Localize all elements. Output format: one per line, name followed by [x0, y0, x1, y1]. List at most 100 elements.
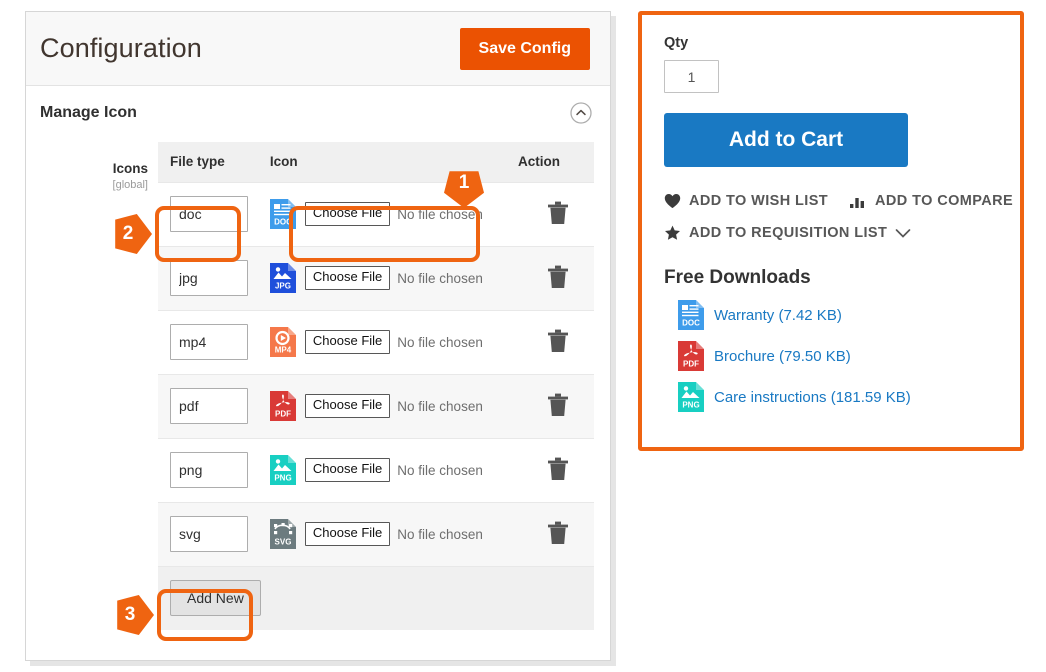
jpg-file-icon: JPG: [269, 263, 296, 293]
file-upload-input[interactable]: Choose File No file chosen: [304, 522, 483, 546]
section-title: Manage Icon: [40, 104, 137, 121]
download-item[interactable]: DOC Warranty (7.42 KB): [664, 300, 998, 330]
file-upload-cell: PDF Choose File No file chosen: [257, 373, 506, 438]
no-file-chosen-label: No file chosen: [397, 462, 483, 478]
no-file-chosen-label: No file chosen: [397, 398, 483, 414]
no-file-chosen-label: No file chosen: [397, 526, 483, 542]
trash-icon[interactable]: [548, 329, 568, 356]
secondary-product-links: ADD TO WISH LIST ADD TO COMPARE: [664, 193, 1013, 209]
no-file-chosen-label: No file chosen: [397, 206, 483, 222]
pdf-file-icon: PDF: [678, 341, 704, 371]
add-to-cart-button[interactable]: Add to Cart: [664, 113, 908, 167]
choose-file-button[interactable]: Choose File: [304, 458, 391, 482]
download-link[interactable]: Warranty (7.42 KB): [714, 307, 842, 324]
download-link[interactable]: Care instructions (181.59 KB): [714, 389, 911, 406]
file-type-input[interactable]: [170, 516, 248, 552]
file-type-input[interactable]: [170, 196, 248, 232]
manage-icon-section-header[interactable]: Manage Icon: [26, 86, 610, 138]
svg-text:DOC: DOC: [274, 218, 292, 227]
file-upload-input[interactable]: Choose File No file chosen: [304, 394, 483, 418]
choose-file-button[interactable]: Choose File: [304, 394, 391, 418]
file-upload-cell: PNG Choose File No file chosen: [257, 437, 506, 502]
action-cell: [505, 245, 594, 310]
svg-text:JPG: JPG: [275, 282, 291, 291]
qty-input[interactable]: [664, 60, 719, 93]
heart-icon: [664, 193, 681, 209]
add-to-compare-label: ADD TO COMPARE: [875, 193, 1014, 209]
table-row: PNG Choose File No file chosen: [158, 437, 594, 502]
column-header-file-type: File type: [158, 142, 258, 182]
save-config-button[interactable]: Save Config: [459, 27, 590, 70]
icons-field-label: Icons [global]: [26, 142, 158, 630]
file-upload-input[interactable]: Choose File No file chosen: [304, 330, 483, 354]
add-to-requisition-list-label: ADD TO REQUISITION LIST: [689, 225, 888, 241]
action-cell: [505, 309, 594, 374]
qty-label: Qty: [664, 35, 689, 51]
file-type-cell: [158, 309, 258, 374]
file-upload-cell: SVG Choose File No file chosen: [257, 501, 506, 566]
trash-icon[interactable]: [548, 265, 568, 292]
table-row: JPG Choose File No file chosen: [158, 245, 594, 310]
file-type-cell: [158, 501, 258, 566]
file-type-input[interactable]: [170, 260, 248, 296]
icons-table-body: DOC Choose File No file chosen JPG Choose Fi…: [158, 181, 594, 566]
file-type-cell: [158, 373, 258, 438]
add-to-requisition-list[interactable]: ADD TO REQUISITION LIST: [664, 225, 998, 241]
choose-file-button[interactable]: Choose File: [304, 522, 391, 546]
no-file-chosen-label: No file chosen: [397, 270, 483, 286]
png-file-icon: PNG: [678, 382, 704, 412]
svg-text:PNG: PNG: [682, 401, 699, 410]
download-item[interactable]: PNG Care instructions (181.59 KB): [664, 382, 998, 412]
file-type-input[interactable]: [170, 324, 248, 360]
product-actions-panel: Qty Add to Cart ADD TO WISH LIST ADD TO …: [638, 11, 1024, 451]
add-to-compare[interactable]: ADD TO COMPARE: [850, 193, 1013, 209]
page-title: Configuration: [40, 33, 202, 63]
action-cell: [505, 501, 594, 566]
choose-file-button[interactable]: Choose File: [304, 202, 391, 226]
svg-text:SVG: SVG: [274, 538, 291, 547]
file-upload-cell: JPG Choose File No file chosen: [257, 245, 506, 310]
action-cell: [505, 373, 594, 438]
file-upload-input[interactable]: Choose File No file chosen: [304, 458, 483, 482]
add-new-button[interactable]: Add New: [170, 580, 261, 617]
configuration-panel: Configuration Save Config Manage Icon Ic…: [25, 11, 611, 661]
download-item[interactable]: PDF Brochure (79.50 KB): [664, 341, 998, 371]
table-header-row: File type Icon Action: [158, 142, 594, 182]
action-cell: [505, 181, 594, 246]
table-row-add-new: Add New: [158, 565, 594, 630]
pdf-file-icon: PDF: [269, 391, 296, 421]
trash-icon[interactable]: [548, 393, 568, 420]
table-row: SVG Choose File No file chosen: [158, 501, 594, 566]
add-to-wish-list[interactable]: ADD TO WISH LIST: [664, 193, 828, 209]
file-type-cell: [158, 437, 258, 502]
icons-table-head: File type Icon Action: [158, 142, 594, 182]
file-upload-input[interactable]: Choose File No file chosen: [304, 266, 483, 290]
icons-label-text: Icons: [112, 161, 148, 176]
icons-field-row: Icons [global] File type Icon Action DOC…: [26, 142, 610, 630]
column-header-action: Action: [505, 142, 594, 182]
no-file-chosen-label: No file chosen: [397, 334, 483, 350]
file-type-input[interactable]: [170, 452, 248, 488]
trash-icon[interactable]: [548, 201, 568, 228]
trash-icon[interactable]: [548, 521, 568, 548]
file-type-cell: [158, 181, 258, 246]
svg-text:PDF: PDF: [275, 410, 291, 419]
trash-icon[interactable]: [548, 457, 568, 484]
file-upload-cell: MP4 Choose File No file chosen: [257, 309, 506, 374]
file-type-cell: [158, 245, 258, 310]
admin-page-header: Configuration Save Config: [26, 12, 610, 86]
file-type-input[interactable]: [170, 388, 248, 424]
chevron-down-icon[interactable]: [895, 228, 911, 239]
svg-text:PDF: PDF: [683, 360, 699, 369]
png-file-icon: PNG: [269, 455, 296, 485]
action-cell: [505, 437, 594, 502]
file-upload-input[interactable]: Choose File No file chosen: [304, 202, 483, 226]
download-link[interactable]: Brochure (79.50 KB): [714, 348, 851, 365]
add-new-row-body: Add New: [158, 565, 594, 630]
table-row: PDF Choose File No file chosen: [158, 373, 594, 438]
choose-file-button[interactable]: Choose File: [304, 266, 391, 290]
choose-file-button[interactable]: Choose File: [304, 330, 391, 354]
icons-scope-text: [global]: [112, 178, 148, 191]
chevron-up-circle-icon[interactable]: [570, 102, 592, 124]
svg-file-icon: SVG: [269, 519, 296, 549]
